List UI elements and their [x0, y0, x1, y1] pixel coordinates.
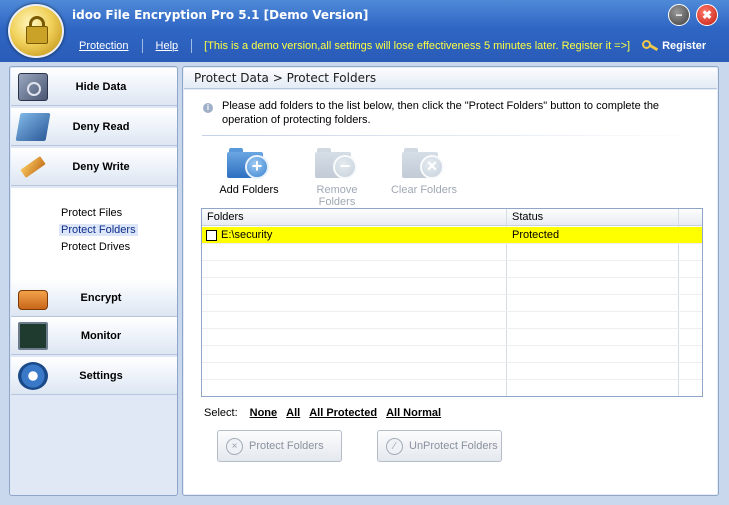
folder-status: Protected — [512, 229, 560, 241]
sidebar: Hide Data Deny Read Deny Write Protect F… — [9, 66, 178, 496]
menu-protection[interactable]: Protection — [66, 40, 142, 52]
close-button[interactable]: ✖ — [696, 4, 718, 26]
table-row[interactable]: E:\security Protected — [202, 227, 702, 244]
table-row-empty — [202, 244, 702, 261]
folder-path: E:\security — [221, 229, 273, 241]
title-bar: idoo File Encryption Pro 5.1 [Demo Versi… — [0, 0, 729, 62]
table-row-empty — [202, 278, 702, 295]
add-folders-button[interactable]: + Add Folders — [209, 146, 289, 196]
select-row: Select: None All All Protected All Norma… — [204, 407, 441, 419]
content-area: i Please add folders to the list below, … — [184, 90, 717, 494]
register-button[interactable]: Register — [642, 40, 706, 52]
unprotect-icon: ∕ — [386, 437, 403, 455]
sidebar-item-label: Hide Data — [75, 80, 127, 93]
table-header: Folders Status — [202, 209, 702, 226]
unprotect-folders-button[interactable]: ∕ UnProtect Folders — [377, 430, 502, 462]
select-all-link[interactable]: All — [286, 407, 300, 419]
pen-icon — [20, 156, 46, 178]
unprotect-folders-label: UnProtect Folders — [409, 440, 498, 452]
key-icon — [642, 40, 659, 52]
submenu-protect-drives[interactable]: Protect Drives — [61, 241, 130, 253]
table-row-empty — [202, 363, 702, 380]
clear-folders-button[interactable]: × Clear Folders — [384, 146, 464, 196]
book-icon — [15, 113, 51, 141]
submenu-protect-folders[interactable]: Protect Folders — [59, 224, 138, 236]
divider — [202, 135, 702, 136]
folder-table: Folders Status E:\security Protected — [201, 208, 703, 397]
demo-notice-link[interactable]: [This is a demo version,all settings wil… — [204, 40, 630, 52]
clear-folder-icon: × — [400, 146, 448, 182]
instructions-text: Please add folders to the list below, th… — [222, 100, 660, 126]
lock-icon — [18, 290, 48, 310]
monitor-icon — [18, 322, 48, 350]
breadcrumb: Protect Data > Protect Folders — [184, 68, 717, 89]
sidebar-item-settings[interactable]: Settings — [11, 357, 177, 395]
menu-bar: Protection Help [This is a demo version,… — [66, 36, 729, 56]
safe-icon — [18, 73, 48, 101]
add-folders-label: Add Folders — [219, 184, 279, 196]
register-label: Register — [662, 40, 707, 52]
info-icon: i — [203, 103, 213, 113]
sidebar-item-label: Monitor — [80, 329, 122, 342]
sidebar-item-monitor[interactable]: Monitor — [11, 317, 177, 355]
select-label: Select: — [204, 407, 238, 419]
window-title: idoo File Encryption Pro 5.1 [Demo Versi… — [72, 8, 369, 22]
minimize-button[interactable]: − — [668, 4, 690, 26]
sidebar-item-deny-read[interactable]: Deny Read — [11, 108, 177, 146]
table-row-empty — [202, 329, 702, 346]
remove-folders-label: Remove Folders — [316, 184, 358, 208]
sidebar-item-label: Deny Read — [72, 120, 130, 133]
remove-folders-button[interactable]: − Remove Folders — [297, 146, 377, 208]
row-checkbox[interactable] — [206, 230, 217, 241]
deny-write-submenu: Protect Files Protect Folders Protect Dr… — [11, 188, 177, 280]
protect-folders-label: Protect Folders — [249, 440, 324, 452]
add-folder-icon: + — [225, 146, 273, 182]
table-row-empty — [202, 312, 702, 329]
sidebar-item-hide-data[interactable]: Hide Data — [11, 68, 177, 106]
sidebar-item-label: Settings — [79, 369, 123, 382]
sidebar-item-encrypt[interactable]: Encrypt — [11, 279, 177, 317]
protect-icon: × — [226, 437, 243, 455]
main-panel: Protect Data > Protect Folders i Please … — [182, 66, 719, 496]
table-row-empty — [202, 295, 702, 312]
table-row-empty — [202, 261, 702, 278]
select-all-normal-link[interactable]: All Normal — [386, 407, 441, 419]
select-all-protected-link[interactable]: All Protected — [309, 407, 377, 419]
select-none-link[interactable]: None — [250, 407, 278, 419]
sidebar-item-label: Deny Write — [72, 160, 130, 173]
menu-separator — [191, 39, 193, 53]
submenu-protect-files[interactable]: Protect Files — [61, 207, 122, 219]
column-header-status[interactable]: Status — [512, 211, 543, 223]
clear-folders-label: Clear Folders — [390, 184, 458, 196]
menu-help[interactable]: Help — [143, 40, 192, 52]
sidebar-item-label: Encrypt — [80, 291, 122, 304]
remove-folder-icon: − — [313, 146, 361, 182]
protect-folders-button[interactable]: × Protect Folders — [217, 430, 342, 462]
gear-icon — [18, 362, 48, 390]
app-logo-icon — [8, 4, 64, 58]
column-header-folders[interactable]: Folders — [207, 211, 244, 223]
table-row-empty — [202, 346, 702, 363]
sidebar-item-deny-write[interactable]: Deny Write — [11, 148, 177, 186]
